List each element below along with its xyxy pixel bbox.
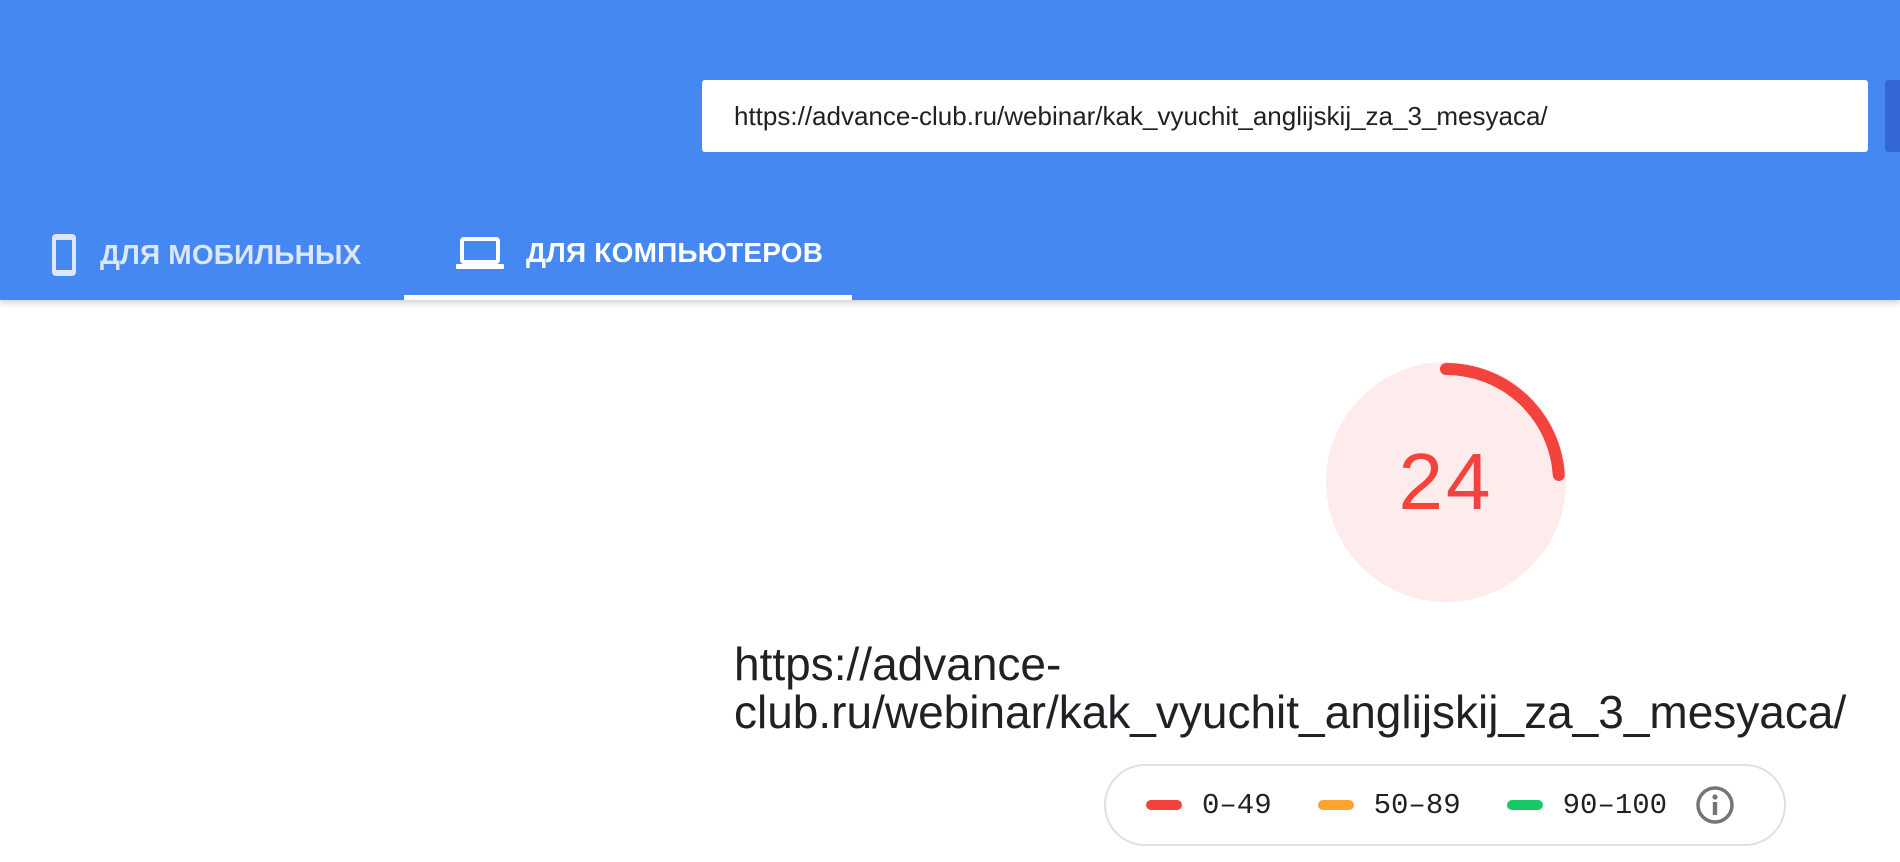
legend-swatch: [1506, 800, 1543, 810]
legend-item-pass: 90–100: [1506, 788, 1668, 822]
legend-item-average: 50–89: [1317, 788, 1461, 822]
tab-mobile-label: ДЛЯ МОБИЛЬНЫХ: [100, 239, 362, 270]
laptop-icon: [456, 236, 504, 270]
tab-desktop[interactable]: ДЛЯ КОМПЬЮТЕРОВ: [404, 210, 852, 300]
url-input[interactable]: [702, 80, 1868, 152]
legend-label: 50–89: [1373, 788, 1461, 822]
legend-item-fail: 0–49: [1146, 789, 1272, 822]
analyze-button[interactable]: [1885, 80, 1900, 152]
tab-mobile[interactable]: ДЛЯ МОБИЛЬНЫХ: [0, 210, 404, 300]
performance-score-gauge: 24: [1326, 362, 1566, 602]
legend-swatch: [1146, 800, 1182, 810]
final-url: https://advance- club.ru/webinar/kak_vyu…: [734, 638, 1847, 738]
smartphone-icon: [50, 232, 78, 278]
tab-desktop-label: ДЛЯ КОМПЬЮТЕРОВ: [526, 236, 824, 268]
legend-label: 90–100: [1562, 788, 1668, 822]
info-icon[interactable]: [1695, 785, 1735, 825]
app-header: ДЛЯ МОБИЛЬНЫХ ДЛЯ КОМПЬЮТЕРОВ: [0, 0, 1900, 300]
legend-swatch: [1317, 800, 1354, 810]
legend-label: 0–49: [1202, 788, 1272, 822]
score-legend: 0–49 50–89 90–100: [1104, 764, 1786, 846]
score-value: 24: [1398, 437, 1494, 526]
